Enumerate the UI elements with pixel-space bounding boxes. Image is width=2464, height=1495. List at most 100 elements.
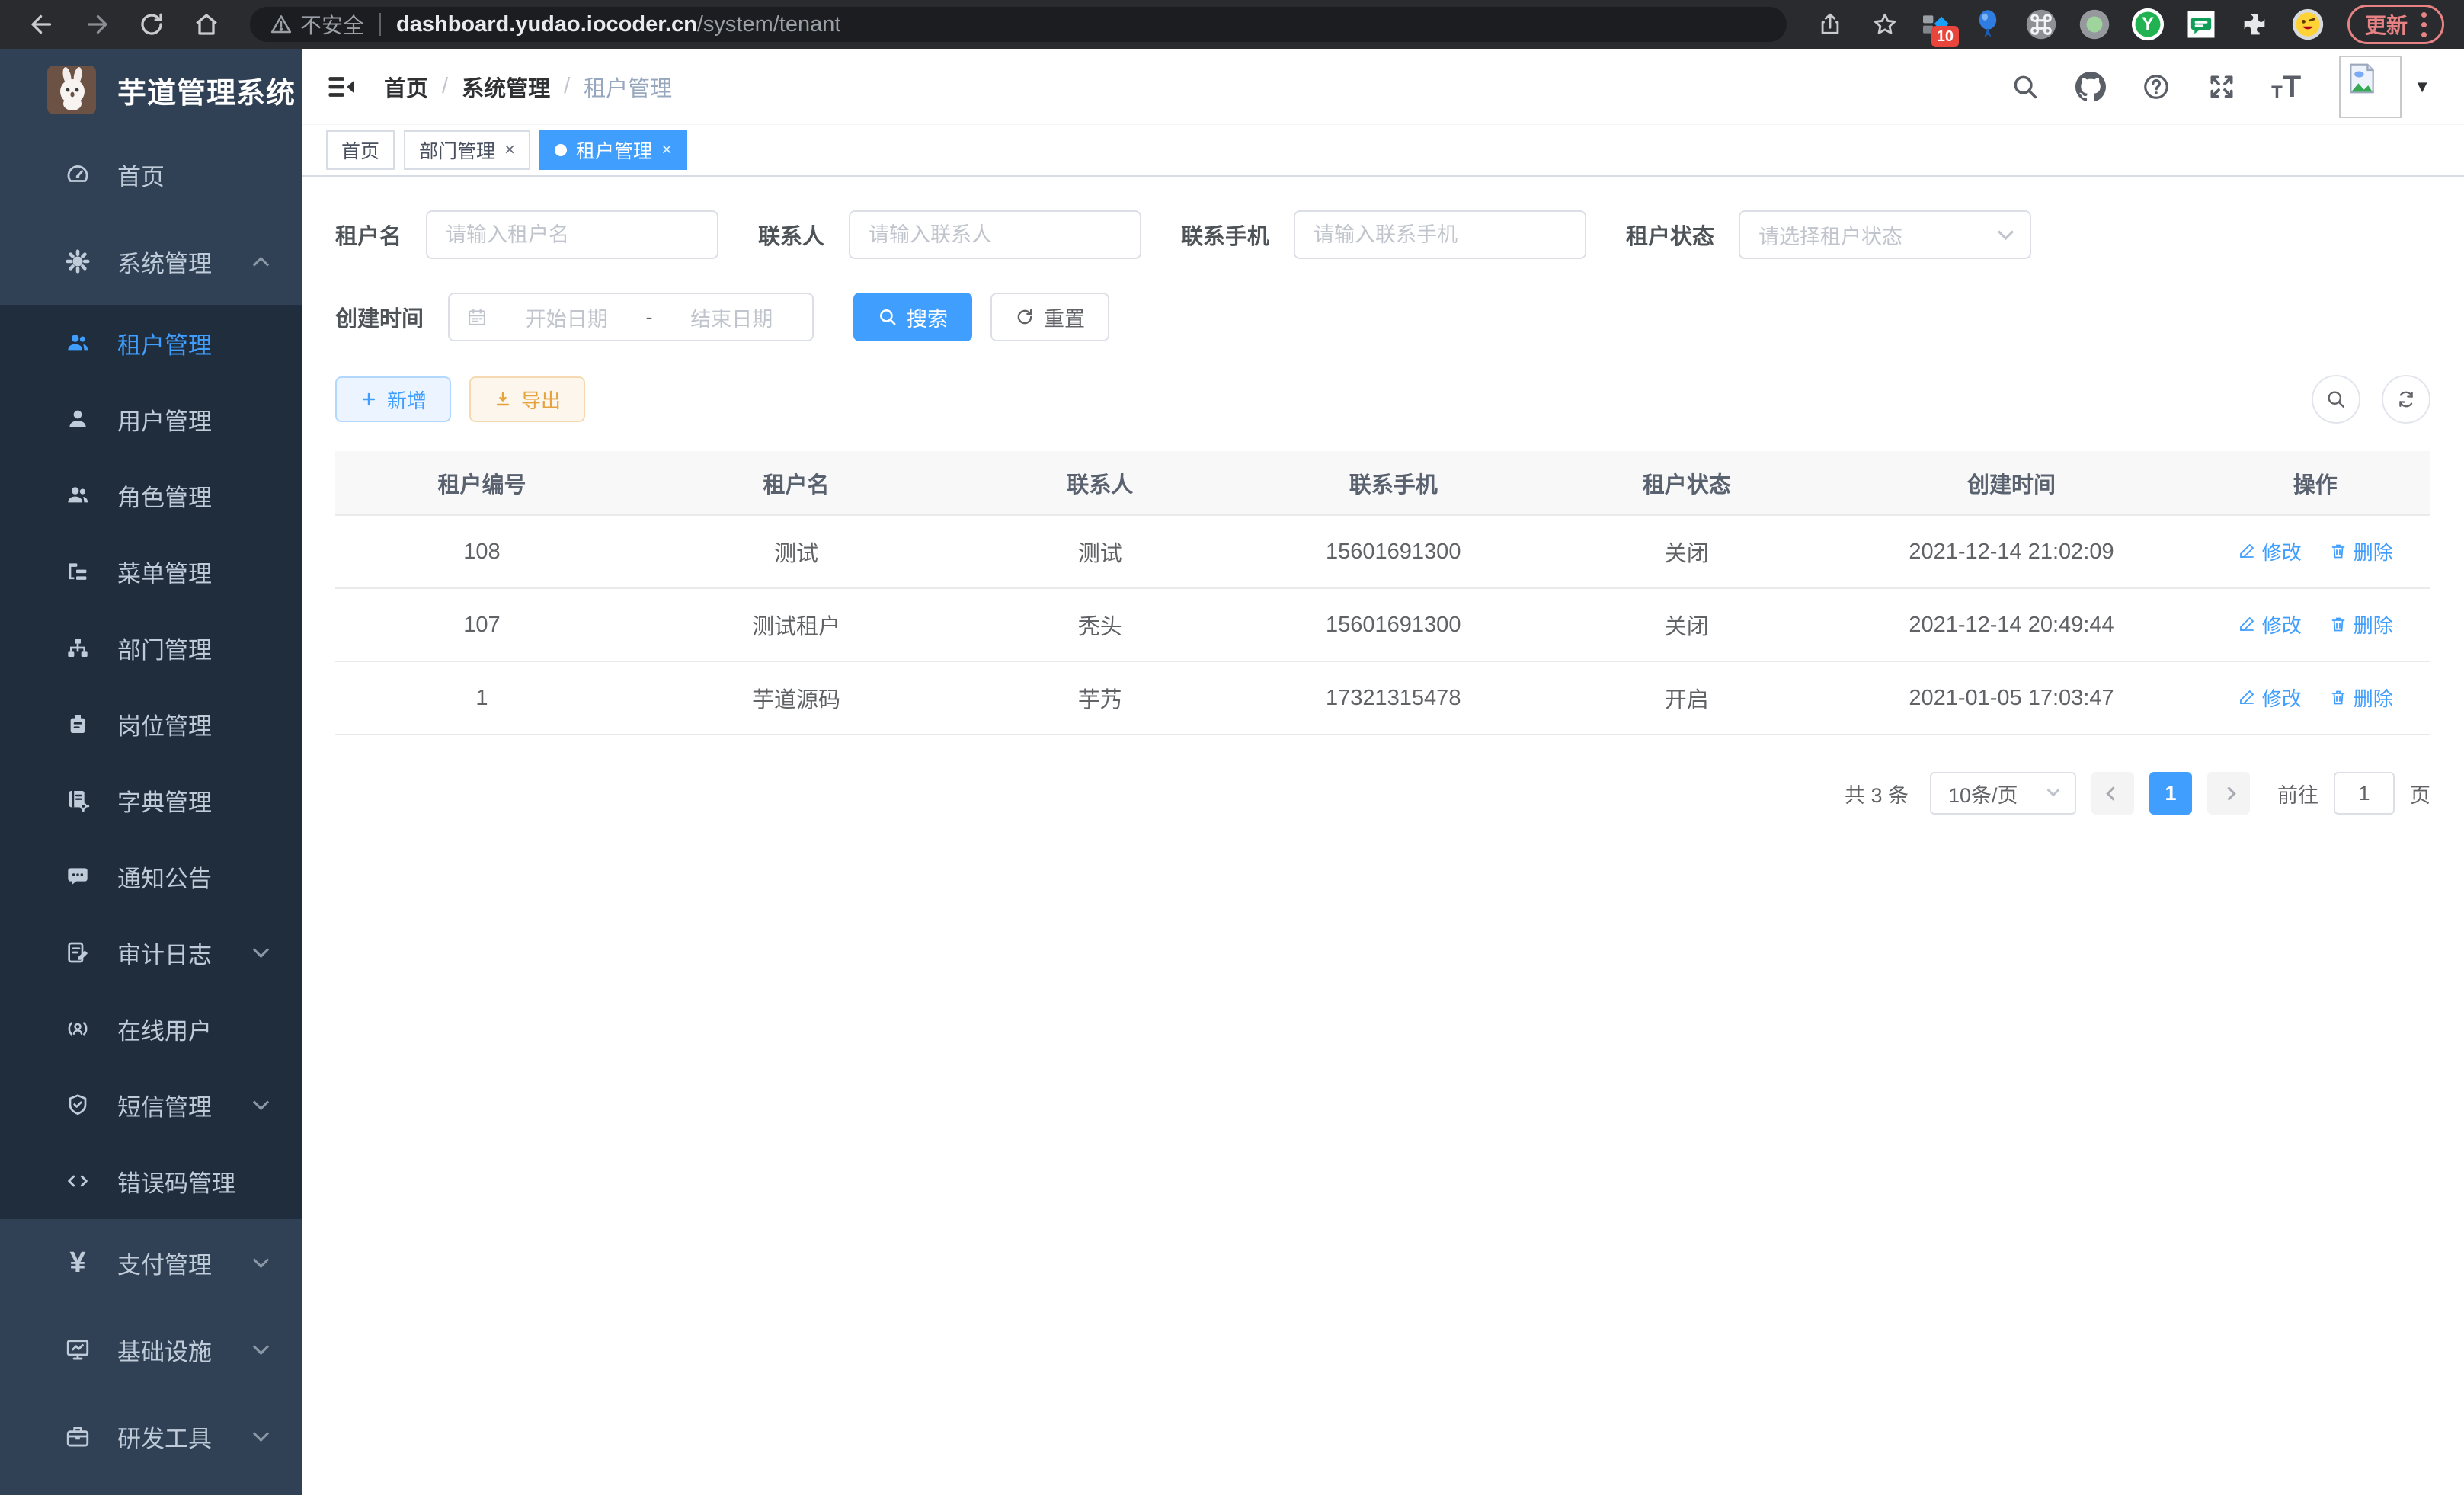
page-word: 页 — [2410, 779, 2430, 808]
table-row: 108 测试 测试 15601691300 关闭 2021-12-14 21:0… — [335, 515, 2430, 588]
cell-created: 2021-12-14 20:49:44 — [1823, 588, 2200, 661]
export-button[interactable]: 导出 — [469, 376, 585, 422]
extension-recorder-icon[interactable] — [2078, 8, 2111, 41]
avatar[interactable] — [2339, 56, 2402, 118]
filter-tenant-name: 租户名 — [335, 210, 718, 259]
sidebar-item-home[interactable]: 首页 — [0, 131, 302, 218]
sidebar-item-notice[interactable]: 通知公告 — [0, 838, 302, 914]
browser-menu-icon[interactable] — [2421, 12, 2427, 37]
page-content: 租户名 联系人 联系手机 租户状态 请选择租户状态 — [302, 177, 2464, 845]
active-dot — [555, 144, 567, 156]
sidebar-item-label: 租户管理 — [117, 326, 212, 360]
browser-home-button[interactable] — [184, 2, 229, 46]
edit-button[interactable]: 修改 — [2238, 683, 2302, 712]
extension-puzzle-icon[interactable] — [2238, 8, 2271, 41]
goto-page-input[interactable] — [2334, 772, 2395, 815]
chevron-down-icon — [253, 941, 269, 957]
search-icon[interactable] — [2009, 71, 2041, 103]
delete-button[interactable]: 删除 — [2329, 610, 2393, 639]
breadcrumb-system[interactable]: 系统管理 — [462, 71, 550, 103]
breadcrumb-separator: / — [442, 74, 448, 99]
font-size-icon[interactable]: TT — [2271, 72, 2301, 102]
extension-badge: 10 — [1931, 26, 1959, 47]
browser-reload-button[interactable] — [130, 2, 174, 46]
cell-status: 开启 — [1550, 661, 1823, 735]
delete-button[interactable]: 删除 — [2329, 683, 2393, 712]
address-bar[interactable]: 不安全 dashboard.yudao.iocoder.cn/system/te… — [250, 7, 1787, 42]
add-button[interactable]: 新增 — [335, 376, 451, 422]
tab-tenant[interactable]: 租户管理 × — [539, 130, 687, 170]
sidebar-item-online[interactable]: 在线用户 — [0, 991, 302, 1067]
extension-y-glyph: Y — [2142, 14, 2154, 35]
delete-button[interactable]: 删除 — [2329, 537, 2393, 565]
sidebar-item-post[interactable]: 岗位管理 — [0, 686, 302, 762]
prev-page-button[interactable] — [2091, 772, 2134, 815]
tab-home[interactable]: 首页 — [326, 130, 395, 170]
edit-button[interactable]: 修改 — [2238, 610, 2302, 639]
date-range-picker[interactable]: 开始日期 - 结束日期 — [448, 293, 814, 341]
filter-label: 租户名 — [335, 219, 402, 251]
reset-button[interactable]: 重置 — [990, 293, 1109, 341]
cell-status: 关闭 — [1550, 515, 1823, 588]
cell-contact: 秃头 — [964, 588, 1237, 661]
browser-back-button[interactable] — [20, 2, 64, 46]
page-size-select[interactable]: 10条/页 — [1930, 772, 2076, 815]
sidebar-item-audit[interactable]: 审计日志 — [0, 914, 302, 991]
extension-chat-icon[interactable] — [2184, 8, 2218, 41]
sidebar-item-dict[interactable]: 字典管理 — [0, 762, 302, 838]
status-select[interactable]: 请选择租户状态 — [1739, 210, 2031, 259]
close-icon[interactable]: × — [504, 141, 515, 159]
browser-forward-button[interactable] — [75, 2, 119, 46]
sidebar-item-dept[interactable]: 部门管理 — [0, 610, 302, 686]
plus-icon — [360, 390, 378, 408]
sidebar-item-label: 短信管理 — [117, 1088, 212, 1122]
contact-input[interactable] — [849, 210, 1141, 259]
sidebar-item-sms[interactable]: 短信管理 — [0, 1067, 302, 1143]
security-warning[interactable]: 不安全 — [270, 9, 364, 40]
sidebar-item-user[interactable]: 用户管理 — [0, 381, 302, 457]
search-button[interactable]: 搜索 — [853, 293, 972, 341]
extension-emoji-icon[interactable] — [2291, 8, 2325, 41]
sidebar-item-label: 审计日志 — [117, 936, 212, 970]
close-icon[interactable]: × — [661, 141, 672, 159]
sidebar-item-label: 通知公告 — [117, 860, 212, 894]
download-icon — [494, 390, 512, 408]
show-search-button[interactable] — [2312, 375, 2360, 424]
chevron-down-icon — [253, 1425, 269, 1441]
refresh-table-button[interactable] — [2382, 375, 2430, 424]
github-icon[interactable] — [2075, 71, 2107, 103]
fullscreen-icon[interactable] — [2206, 71, 2238, 103]
extension-tabs-icon[interactable]: 10 — [1918, 8, 1951, 41]
sidebar-item-tool[interactable]: 研发工具 — [0, 1393, 302, 1480]
user-menu[interactable]: ▼ — [2339, 56, 2430, 118]
sidebar-item-tenant[interactable]: 租户管理 — [0, 305, 302, 381]
sidebar-item-menu[interactable]: 菜单管理 — [0, 533, 302, 610]
sidebar-item-label: 岗位管理 — [117, 707, 212, 741]
next-page-button[interactable] — [2207, 772, 2250, 815]
help-icon[interactable] — [2140, 71, 2172, 103]
sidebar-item-pay[interactable]: ¥ 支付管理 — [0, 1219, 302, 1306]
edit-button[interactable]: 修改 — [2238, 537, 2302, 565]
tab-dept[interactable]: 部门管理 × — [404, 130, 530, 170]
sidebar-item-role[interactable]: 角色管理 — [0, 457, 302, 533]
table-tools — [2312, 375, 2430, 424]
tree-table-icon — [64, 558, 91, 585]
caret-down-icon[interactable]: ▼ — [2414, 77, 2430, 97]
sidebar-item-errcode[interactable]: 错误码管理 — [0, 1143, 302, 1219]
dict-book-icon — [64, 786, 91, 814]
current-page[interactable]: 1 — [2149, 772, 2192, 815]
sidebar-item-infra[interactable]: 基础设施 — [0, 1306, 302, 1393]
bookmark-star-icon[interactable] — [1863, 2, 1907, 46]
mobile-input[interactable] — [1294, 210, 1586, 259]
tenant-name-input[interactable] — [426, 210, 718, 259]
breadcrumb-home[interactable]: 首页 — [384, 71, 428, 103]
extension-yudao-icon[interactable]: Y — [2131, 8, 2165, 41]
extension-command-icon[interactable] — [2024, 8, 2058, 41]
sidebar-toggle-icon[interactable] — [325, 70, 358, 104]
col-actions: 操作 — [2200, 451, 2431, 515]
extension-pin-icon[interactable] — [1971, 8, 2005, 41]
sidebar-item-system[interactable]: 系统管理 — [0, 218, 302, 305]
browser-update-button[interactable]: 更新 — [2347, 5, 2444, 44]
share-icon[interactable] — [1808, 2, 1852, 46]
search-icon — [878, 307, 898, 327]
